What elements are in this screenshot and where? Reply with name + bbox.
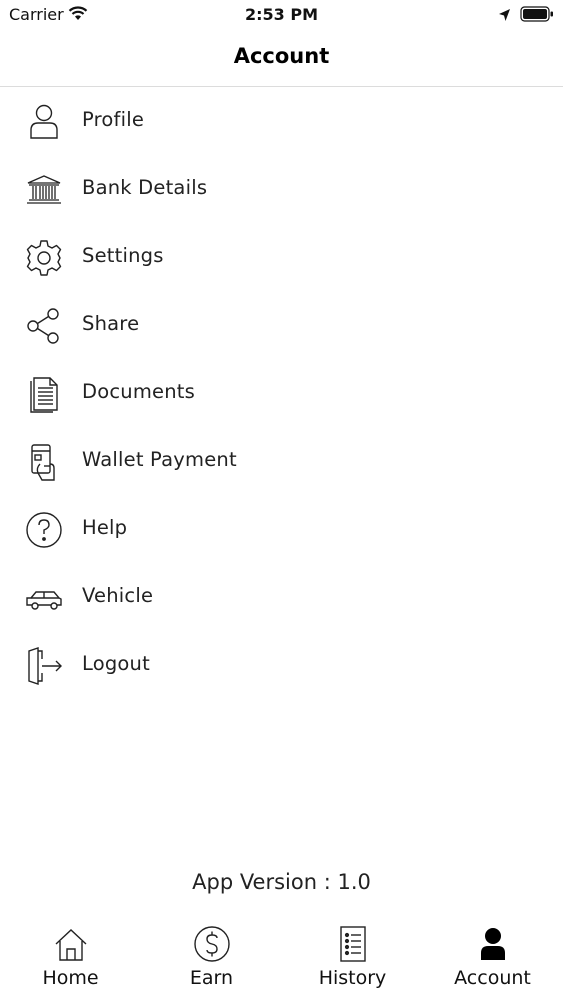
- dollar-icon: [192, 924, 232, 964]
- car-icon: [24, 578, 64, 618]
- menu-item-label: Share: [82, 312, 140, 335]
- navigation-bar: Account: [0, 30, 563, 87]
- gear-icon: [24, 238, 64, 278]
- tab-label: Account: [454, 967, 531, 989]
- share-icon: [24, 306, 64, 346]
- menu-item-wallet-payment[interactable]: Wallet Payment: [0, 427, 563, 495]
- status-time: 2:53 PM: [244, 5, 318, 24]
- menu-item-label: Help: [82, 516, 128, 539]
- menu-item-label: Wallet Payment: [82, 448, 237, 471]
- logout-icon: [24, 646, 64, 686]
- location-arrow-icon: [498, 7, 511, 26]
- menu-item-label: Documents: [82, 380, 195, 403]
- menu-item-vehicle[interactable]: Vehicle: [0, 563, 563, 631]
- menu-item-label: Logout: [82, 652, 150, 675]
- battery-icon: [520, 6, 554, 26]
- tab-label: Home: [42, 967, 99, 989]
- menu-item-documents[interactable]: Documents: [0, 359, 563, 427]
- menu-item-label: Profile: [82, 108, 145, 131]
- page-title: Account: [233, 44, 330, 68]
- person-icon: [473, 924, 513, 964]
- menu-item-bank-details[interactable]: Bank Details: [0, 155, 563, 223]
- menu-item-profile[interactable]: Profile: [0, 87, 563, 155]
- menu-item-label: Vehicle: [82, 584, 154, 607]
- tab-account[interactable]: Account: [422, 918, 563, 1000]
- tab-label: Earn: [189, 967, 234, 989]
- tab-label: History: [318, 967, 387, 989]
- help-icon: [24, 510, 64, 550]
- menu-item-logout[interactable]: Logout: [0, 631, 563, 699]
- user-icon: [24, 102, 64, 142]
- bank-icon: [24, 170, 64, 210]
- list-icon: [333, 924, 373, 964]
- tab-home[interactable]: Home: [0, 918, 141, 1000]
- home-icon: [51, 924, 91, 964]
- app-version: App Version : 1.0: [192, 870, 371, 894]
- menu-item-label: Settings: [82, 244, 164, 267]
- tab-earn[interactable]: Earn: [141, 918, 282, 1000]
- menu-item-settings[interactable]: Settings: [0, 223, 563, 291]
- menu-item-share[interactable]: Share: [0, 291, 563, 359]
- menu-item-label: Bank Details: [82, 176, 208, 199]
- menu-item-help[interactable]: Help: [0, 495, 563, 563]
- status-bar: Carrier 2:53 PM: [0, 0, 563, 30]
- tab-history[interactable]: History: [282, 918, 423, 1000]
- tab-bar: Home Earn History Account: [0, 918, 563, 1000]
- document-icon: [24, 374, 64, 414]
- wallet-card-icon: [24, 442, 64, 482]
